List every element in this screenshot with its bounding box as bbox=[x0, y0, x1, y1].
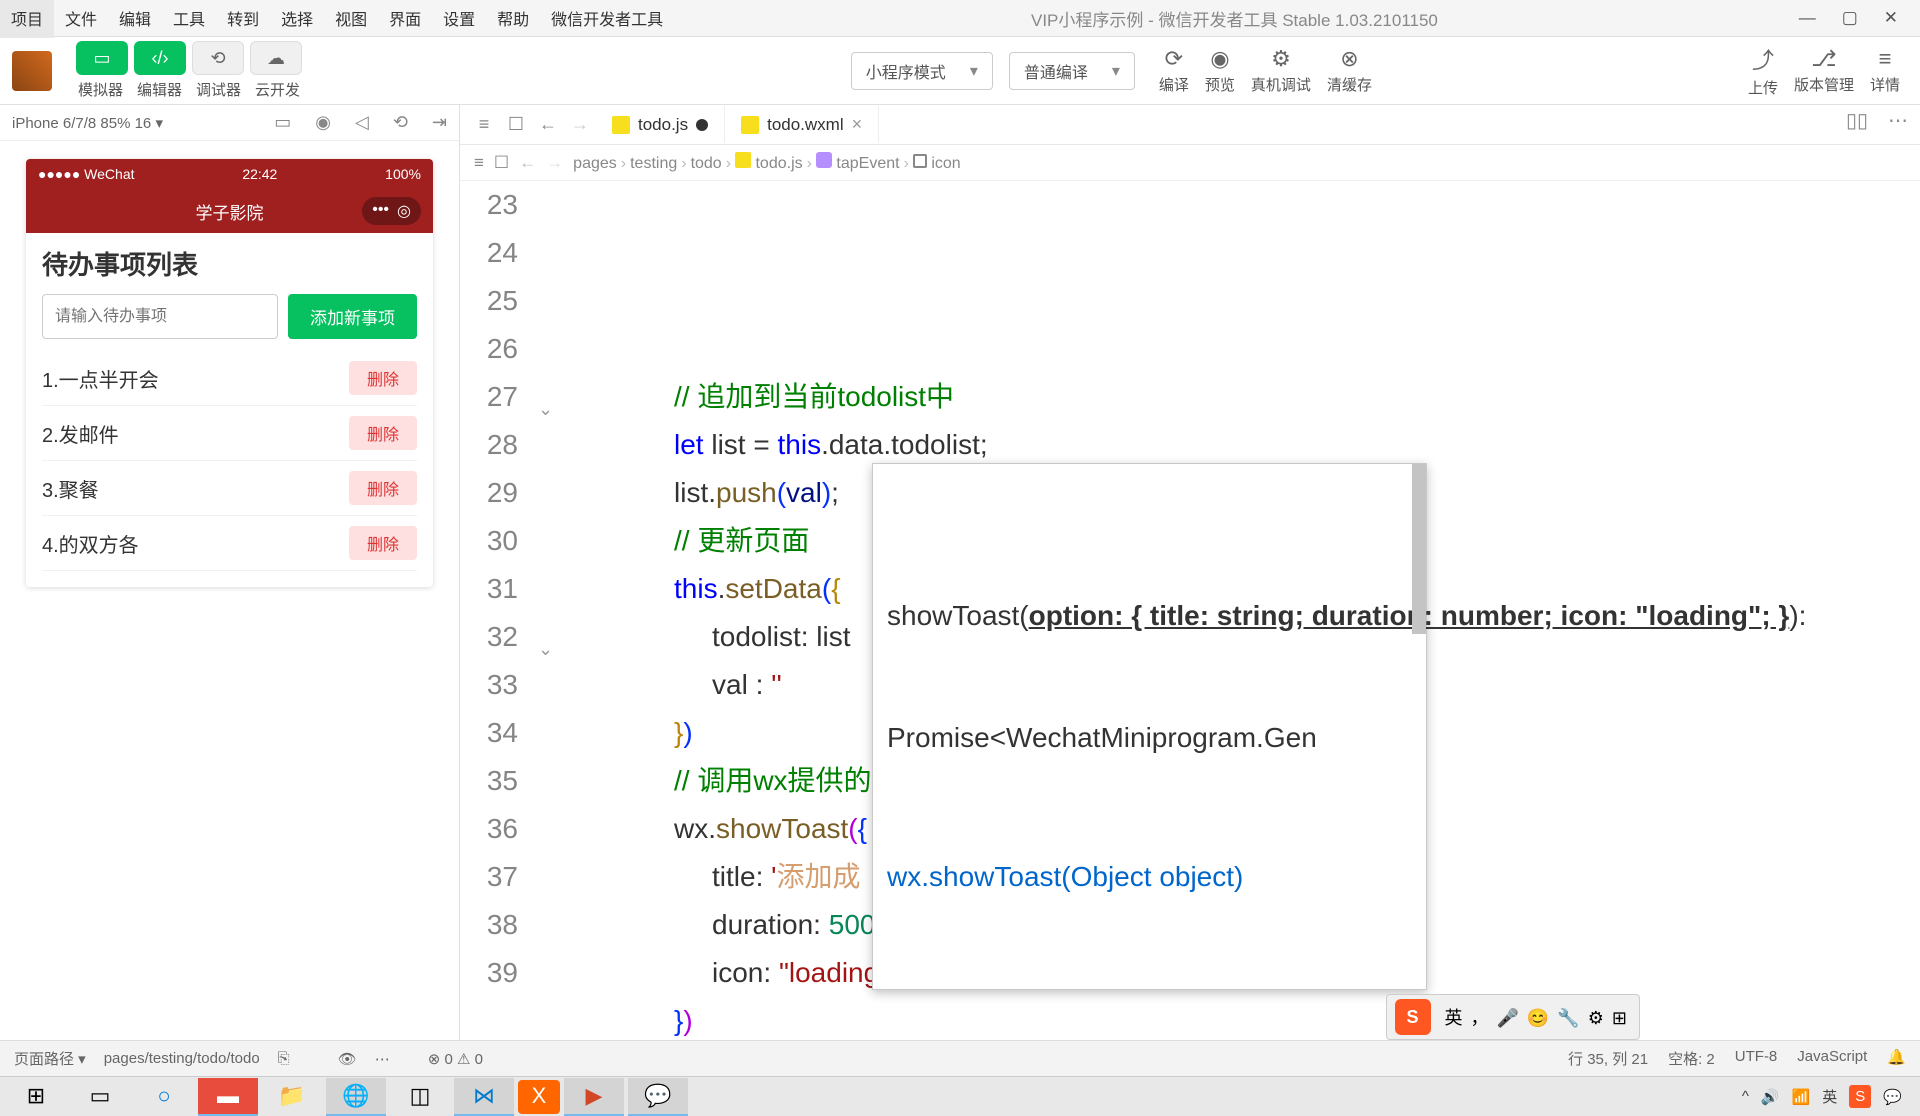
todo-list: 1.一点半开会删除2.发邮件删除3.聚餐删除4.的双方各删除 bbox=[26, 351, 433, 587]
breadcrumb[interactable]: ≡☐ ←→ pages›testing›todo› todo.js› tapEv… bbox=[460, 145, 1920, 181]
detail-button[interactable]: 详情 bbox=[1870, 74, 1900, 95]
popup-scrollbar[interactable] bbox=[1412, 464, 1426, 634]
menu-bar: 项目文件编辑工具转到选择视图界面设置帮助微信开发者工具 bbox=[0, 0, 674, 38]
language-mode[interactable]: JavaScript bbox=[1797, 1048, 1867, 1069]
copy-path-icon[interactable]: ⎘ bbox=[278, 1050, 290, 1067]
wifi-icon[interactable]: 📶 bbox=[1792, 1088, 1811, 1106]
doc-link[interactable]: wx.showToast(Object object) bbox=[887, 857, 1412, 898]
sogou-tray-icon[interactable]: S bbox=[1849, 1085, 1871, 1108]
todo-item: 1.一点半开会删除 bbox=[42, 351, 417, 406]
todo-item: 4.的双方各删除 bbox=[42, 516, 417, 571]
menu-设置[interactable]: 设置 bbox=[432, 0, 486, 38]
remote-debug-button[interactable]: 真机调试 bbox=[1251, 74, 1311, 95]
sim-mute-icon[interactable]: ◁ bbox=[355, 112, 369, 133]
action-center-icon[interactable]: 💬 bbox=[1883, 1088, 1902, 1106]
phone-simulator: ●●●●● WeChat 22:42 100% 学子影院 •••◎ 待办事项列表… bbox=[26, 159, 433, 587]
split-editor-icon[interactable]: ▯▯ bbox=[1846, 108, 1868, 133]
taskbar-app-3[interactable]: X bbox=[518, 1080, 560, 1114]
cortana-icon[interactable]: ○ bbox=[134, 1078, 194, 1116]
add-todo-button[interactable]: 添加新事项 bbox=[288, 294, 417, 339]
status-bar: 页面路径 ▾ pages/testing/todo/todo ⎘ 👁 ⋯ ⊗ 0… bbox=[0, 1040, 1920, 1076]
compile-button[interactable]: 编译 bbox=[1159, 74, 1189, 95]
sogou-icon[interactable]: S bbox=[1395, 999, 1431, 1035]
editor-more-icon[interactable]: ⋯ bbox=[1888, 108, 1908, 133]
simulator-btn[interactable]: ▭ bbox=[76, 41, 128, 75]
file-tab-todo.wxml[interactable]: todo.wxml× bbox=[725, 106, 879, 143]
bookmark-icon[interactable]: ☐ bbox=[500, 114, 532, 135]
todo-item: 2.发邮件删除 bbox=[42, 406, 417, 461]
compile-mode-select[interactable]: 小程序模式 bbox=[851, 52, 993, 90]
menu-编辑[interactable]: 编辑 bbox=[108, 0, 162, 38]
cursor-position[interactable]: 行 35, 列 21 bbox=[1568, 1048, 1648, 1069]
cloud-btn[interactable]: ☁ bbox=[250, 41, 302, 75]
mode-toggle: ▭ ‹/› ⟲ ☁ 模拟器 编辑器 调试器 云开发 bbox=[76, 41, 302, 100]
wechat-devtools-icon[interactable]: 💬 bbox=[628, 1078, 688, 1116]
delete-button[interactable]: 删除 bbox=[349, 471, 417, 505]
forward-icon[interactable]: → bbox=[564, 114, 596, 135]
start-button[interactable]: ⊞ bbox=[6, 1078, 66, 1116]
page-path-label[interactable]: 页面路径 ▾ bbox=[14, 1048, 86, 1069]
sim-record-icon[interactable]: ◉ bbox=[315, 112, 331, 133]
sim-rotate-icon[interactable]: ⟲ bbox=[393, 112, 408, 133]
file-tab-todo.js[interactable]: todo.js bbox=[596, 106, 725, 143]
menu-项目[interactable]: 项目 bbox=[0, 0, 54, 38]
capsule-menu-icon[interactable]: ••• bbox=[372, 201, 389, 221]
debugger-btn[interactable]: ⟲ bbox=[192, 41, 244, 75]
chrome-icon[interactable]: 🌐 bbox=[326, 1078, 386, 1116]
ime-toolbar[interactable]: S 英，🎤😊🔧⚙⊞ bbox=[1386, 994, 1641, 1040]
todo-input[interactable] bbox=[42, 294, 278, 339]
menu-界面[interactable]: 界面 bbox=[378, 0, 432, 38]
encoding-setting[interactable]: UTF-8 bbox=[1735, 1048, 1778, 1069]
close-icon[interactable]: ✕ bbox=[1880, 4, 1902, 32]
task-view-icon[interactable]: ▭ bbox=[70, 1078, 130, 1116]
menu-选择[interactable]: 选择 bbox=[270, 0, 324, 38]
menu-视图[interactable]: 视图 bbox=[324, 0, 378, 38]
delete-button[interactable]: 删除 bbox=[349, 361, 417, 395]
powerpoint-icon[interactable]: ▶ bbox=[564, 1078, 624, 1116]
clear-cache-button[interactable]: 清缓存 bbox=[1327, 74, 1372, 95]
menu-转到[interactable]: 转到 bbox=[216, 0, 270, 38]
tray-expand-icon[interactable]: ^ bbox=[1742, 1088, 1749, 1105]
delete-button[interactable]: 删除 bbox=[349, 416, 417, 450]
status-more-icon[interactable]: ⋯ bbox=[375, 1050, 390, 1068]
menu-微信开发者工具[interactable]: 微信开发者工具 bbox=[540, 0, 674, 38]
menu-工具[interactable]: 工具 bbox=[162, 0, 216, 38]
indent-setting[interactable]: 空格: 2 bbox=[1668, 1048, 1715, 1069]
device-selector[interactable]: iPhone 6/7/8 85% 16 ▾ bbox=[12, 114, 163, 132]
compile-type-select[interactable]: 普通编译 bbox=[1009, 52, 1135, 90]
windows-taskbar: ⊞ ▭ ○ ▬ 📁 🌐 ◫ ⋈ X ▶ 💬 ^ 🔊 📶 英 S 💬 bbox=[0, 1076, 1920, 1116]
project-avatar[interactable] bbox=[12, 51, 52, 91]
volume-icon[interactable]: 🔊 bbox=[1761, 1088, 1780, 1106]
capsule-close-icon[interactable]: ◎ bbox=[397, 201, 411, 221]
back-icon[interactable]: ← bbox=[532, 114, 564, 135]
vscode-icon[interactable]: ⋈ bbox=[454, 1078, 514, 1116]
page-title: 待办事项列表 bbox=[26, 233, 433, 294]
todo-item: 3.聚餐删除 bbox=[42, 461, 417, 516]
preview-toggle-icon[interactable]: 👁 bbox=[338, 1050, 357, 1068]
menu-帮助[interactable]: 帮助 bbox=[486, 0, 540, 38]
ime-lang-icon[interactable]: 英 bbox=[1822, 1086, 1837, 1107]
sim-screenshot-icon[interactable]: ▭ bbox=[274, 112, 291, 133]
notifications-icon[interactable]: 🔔 bbox=[1887, 1048, 1906, 1069]
taskbar-app-2[interactable]: ◫ bbox=[390, 1078, 450, 1116]
minimize-icon[interactable]: — bbox=[1795, 4, 1820, 32]
window-title: VIP小程序示例 - 微信开发者工具 Stable 1.03.2101150 bbox=[674, 6, 1795, 31]
code-editor: 2324252627282930313233343536373839 ⌄⌄ sh… bbox=[460, 181, 1920, 1040]
explorer-icon[interactable]: ≡ bbox=[468, 114, 500, 135]
version-button[interactable]: 版本管理 bbox=[1794, 74, 1854, 95]
sim-pop-icon[interactable]: ⇥ bbox=[432, 112, 447, 133]
nav-title: 学子影院 bbox=[196, 199, 264, 224]
menu-文件[interactable]: 文件 bbox=[54, 0, 108, 38]
delete-button[interactable]: 删除 bbox=[349, 526, 417, 560]
file-explorer-icon[interactable]: 📁 bbox=[262, 1078, 322, 1116]
preview-button[interactable]: 预览 bbox=[1205, 74, 1235, 95]
maximize-icon[interactable]: ▢ bbox=[1838, 4, 1862, 32]
taskbar-app-1[interactable]: ▬ bbox=[198, 1078, 258, 1116]
signature-help-popup: showToast(option: { title: string; durat… bbox=[872, 463, 1427, 990]
editor-btn[interactable]: ‹/› bbox=[134, 41, 186, 75]
upload-button[interactable]: 上传 bbox=[1748, 77, 1778, 98]
